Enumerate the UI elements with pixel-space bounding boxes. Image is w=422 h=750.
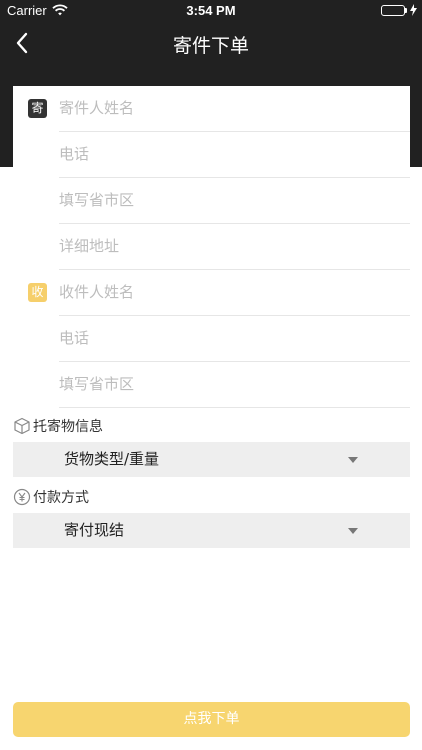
charging-bolt-icon (410, 4, 417, 20)
sender-region-input[interactable]: 填写省市区 (59, 178, 134, 223)
cargo-label: 托寄物信息 (33, 419, 103, 435)
status-bar: Carrier 3:54 PM (0, 0, 422, 22)
receiver-phone-input[interactable]: 电话 (59, 316, 89, 361)
sender-badge: 寄 (28, 99, 47, 118)
sender-phone-row: 电话 (13, 132, 410, 178)
sender-phone-input[interactable]: 电话 (59, 132, 89, 177)
receiver-badge: 收 (28, 283, 47, 302)
address-form: 寄 寄件人姓名 电话 填写省市区 详细地址 收 收件人姓名 电话 填写省市区 (13, 86, 410, 408)
sender-address-input[interactable]: 详细地址 (59, 224, 119, 269)
receiver-name-input[interactable]: 收件人姓名 (59, 270, 134, 315)
page-title: 寄件下单 (172, 35, 249, 57)
payment-label: 付款方式 (33, 490, 89, 506)
receiver-name-row: 收 收件人姓名 (13, 270, 410, 316)
cargo-section-label: 托寄物信息 (13, 417, 103, 437)
sender-name-row: 寄 寄件人姓名 (13, 86, 410, 132)
cargo-type-value: 货物类型/重量 (64, 450, 160, 468)
battery-cap (405, 8, 407, 13)
payment-method-value: 寄付现结 (64, 521, 125, 539)
yen-icon (13, 488, 31, 506)
sender-address-row: 详细地址 (13, 224, 410, 270)
payment-method-select[interactable]: 寄付现结 (13, 513, 410, 548)
receiver-region-input[interactable]: 填写省市区 (59, 362, 134, 407)
cargo-type-select[interactable]: 货物类型/重量 (13, 442, 410, 477)
divider (59, 407, 410, 408)
receiver-region-row: 填写省市区 (13, 362, 410, 408)
submit-order-button[interactable]: 点我下单 (13, 702, 410, 737)
sender-name-input[interactable]: 寄件人姓名 (59, 86, 134, 131)
battery-icon (381, 5, 405, 16)
caret-down-icon (348, 528, 358, 534)
receiver-phone-row: 电话 (13, 316, 410, 362)
clock: 3:54 PM (186, 3, 236, 18)
sender-region-row: 填写省市区 (13, 178, 410, 224)
package-icon (13, 417, 31, 435)
caret-down-icon (348, 457, 358, 463)
payment-section-label: 付款方式 (13, 488, 89, 508)
